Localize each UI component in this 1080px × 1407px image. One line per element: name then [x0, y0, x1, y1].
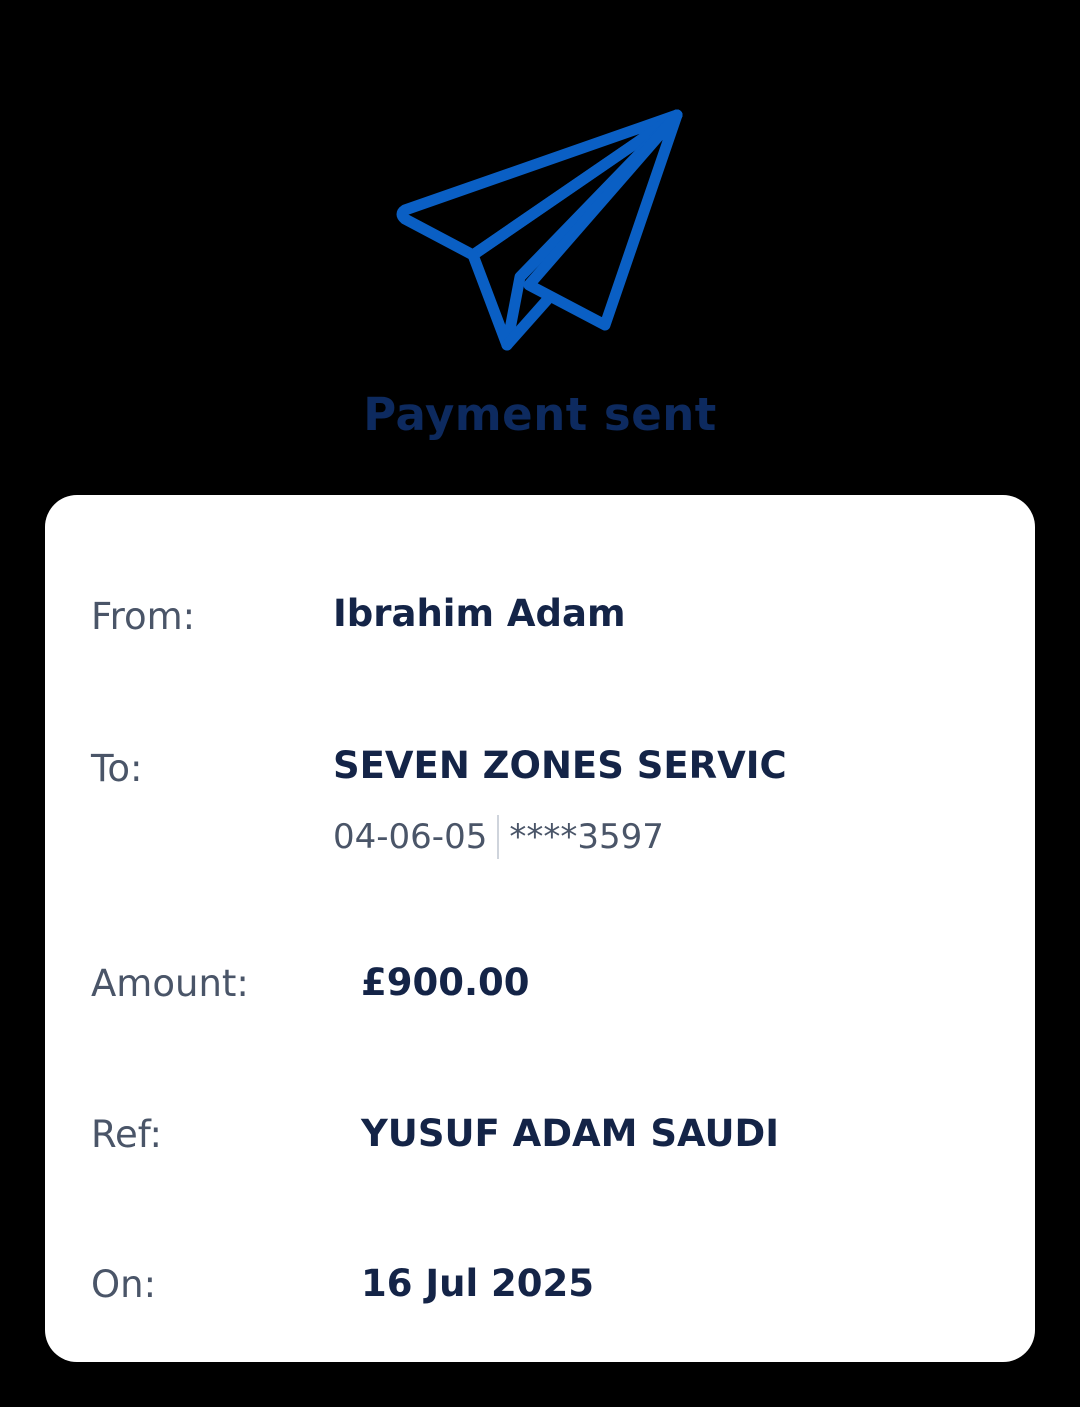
- account-number: ****3597: [509, 817, 664, 857]
- payment-details-card: From: Ibrahim Adam To: SEVEN ZONES SERVI…: [45, 495, 1035, 1362]
- from-label: From:: [91, 595, 196, 638]
- amount-label: Amount:: [91, 962, 249, 1005]
- date-value: 16 Jul 2025: [361, 1262, 595, 1305]
- amount-value: £900.00: [361, 961, 530, 1004]
- paper-plane-icon: [395, 105, 690, 360]
- account-divider: [497, 815, 500, 859]
- page-title: Payment sent: [363, 388, 717, 441]
- account-details: 04-06-05 ****3597: [333, 815, 664, 859]
- to-value: SEVEN ZONES SERVIC: [333, 744, 787, 787]
- ref-value: YUSUF ADAM SAUDI: [361, 1112, 780, 1155]
- to-label: To:: [91, 747, 143, 790]
- on-label: On:: [91, 1263, 157, 1306]
- ref-label: Ref:: [91, 1113, 162, 1156]
- from-value: Ibrahim Adam: [333, 592, 626, 635]
- sort-code: 04-06-05: [333, 817, 488, 857]
